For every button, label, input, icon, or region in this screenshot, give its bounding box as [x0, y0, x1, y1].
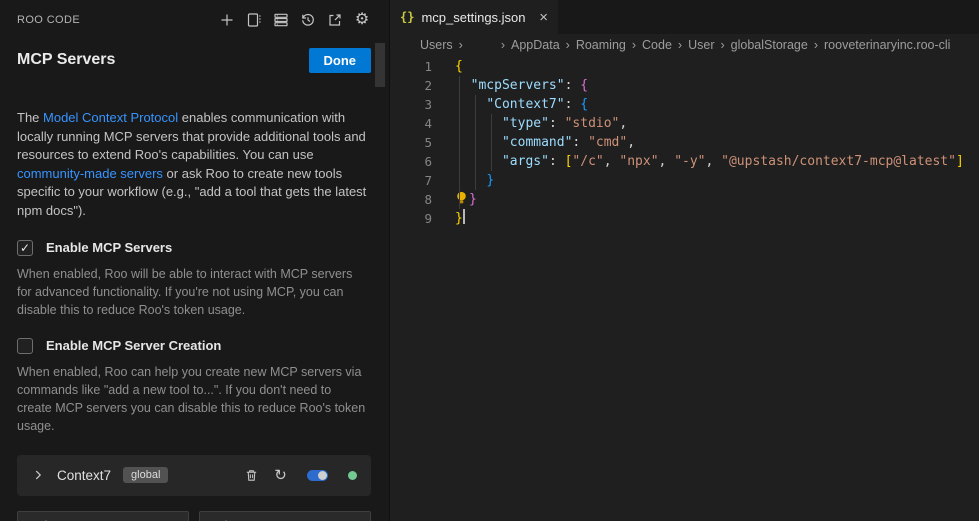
server-icon[interactable]: [272, 11, 290, 29]
breadcrumb-separator: ›: [501, 38, 505, 52]
code-line[interactable]: 9}: [390, 209, 979, 228]
page-title: MCP Servers: [17, 51, 115, 69]
breadcrumb-separator: ›: [459, 38, 463, 52]
enable-mcp-servers-label: Enable MCP Servers: [46, 240, 172, 255]
code-text: {: [432, 57, 463, 76]
json-file-icon: {}: [400, 10, 414, 24]
panel-topbar: ROO CODE ⚙: [17, 10, 371, 30]
toggle-knob: [318, 471, 327, 480]
extension-title: ROO CODE: [17, 14, 80, 26]
code-editor[interactable]: 1{2 "mcpServers": {3 "Context7": {4 "typ…: [390, 56, 979, 521]
code-lines: 1{2 "mcpServers": {3 "Context7": {4 "typ…: [390, 57, 979, 228]
code-text: }: [432, 209, 465, 228]
indent-guide: [459, 76, 460, 209]
close-icon[interactable]: ×: [539, 9, 548, 26]
trash-icon[interactable]: [243, 467, 260, 484]
code-text: "mcpServers": {: [432, 76, 588, 95]
breadcrumb-item[interactable]: Roaming: [576, 38, 626, 52]
breadcrumb-item[interactable]: Code: [642, 38, 672, 52]
line-number: 6: [390, 152, 432, 171]
line-number: 2: [390, 76, 432, 95]
code-line[interactable]: 7 }: [390, 171, 979, 190]
gear-icon[interactable]: ⚙: [353, 11, 371, 29]
breadcrumb-separator: ›: [566, 38, 570, 52]
breadcrumb-separator: ›: [678, 38, 682, 52]
indent-guide: [491, 114, 492, 171]
line-number: 5: [390, 133, 432, 152]
line-number: 3: [390, 95, 432, 114]
line-number: 1: [390, 57, 432, 76]
breadcrumb: Users › › AppData › Roaming › Code › User › globalS…: [390, 34, 979, 56]
server-name[interactable]: Context7: [57, 468, 111, 483]
line-number: 7: [390, 171, 432, 190]
server-scope-badge: global: [123, 467, 168, 483]
open-external-icon[interactable]: [326, 11, 344, 29]
link[interactable]: community-made servers: [17, 166, 163, 181]
edit-project-mcp-button[interactable]: ✎ Edit Project MCP: [199, 511, 371, 521]
panel-toolbar: ⚙: [218, 11, 371, 29]
intro-segment: The: [17, 110, 43, 125]
enable-mcp-creation-checkbox[interactable]: [17, 338, 33, 354]
enable-mcp-servers-row: ✓ Enable MCP Servers: [17, 240, 371, 256]
code-line[interactable]: 6 "args": ["/c", "npx", "-y", "@upstash/…: [390, 152, 979, 171]
server-enabled-toggle[interactable]: [307, 470, 328, 481]
notebook-icon[interactable]: [245, 11, 263, 29]
intro-text: The Model Context Protocol enables commu…: [17, 109, 373, 221]
enable-mcp-servers-description: When enabled, Roo will be able to intera…: [17, 265, 367, 319]
enable-mcp-servers-checkbox[interactable]: ✓: [17, 240, 33, 256]
breadcrumb-separator: ›: [721, 38, 725, 52]
code-line[interactable]: 8}: [390, 190, 979, 209]
breadcrumb-item[interactable]: User: [688, 38, 714, 52]
edit-global-mcp-button[interactable]: ✎ Edit Global MCP: [17, 511, 189, 521]
code-line[interactable]: 3 "Context7": {: [390, 95, 979, 114]
code-text: }: [432, 190, 477, 209]
editor-tab-bar: {} mcp_settings.json ×: [390, 0, 979, 34]
code-text: "args": ["/c", "npx", "-y", "@upstash/co…: [432, 152, 964, 171]
done-button[interactable]: Done: [309, 48, 372, 73]
link[interactable]: Model Context Protocol: [43, 110, 178, 125]
lightbulb-icon[interactable]: [455, 190, 468, 205]
line-number: 4: [390, 114, 432, 133]
code-text: }: [432, 171, 494, 190]
code-line[interactable]: 1{: [390, 57, 979, 76]
tab-mcp-settings-json[interactable]: {} mcp_settings.json ×: [390, 0, 558, 34]
enable-mcp-creation-label: Enable MCP Server Creation: [46, 338, 221, 353]
server-status-dot: [348, 471, 357, 480]
enable-mcp-creation-description: When enabled, Roo can help you create ne…: [17, 363, 367, 435]
editor-area: {} mcp_settings.json × Users › › AppData › Ro…: [390, 0, 979, 521]
mcp-server-row-context7: Context7 global ↻: [17, 455, 371, 496]
refresh-icon[interactable]: ↻: [272, 467, 289, 484]
line-number: 8: [390, 190, 432, 209]
breadcrumb-item[interactable]: rooveterinaryinc.roo-cli: [824, 38, 950, 52]
breadcrumb-item[interactable]: globalStorage: [731, 38, 808, 52]
code-line[interactable]: 2 "mcpServers": {: [390, 76, 979, 95]
code-text: "Context7": {: [432, 95, 588, 114]
roo-code-panel: ROO CODE ⚙ MCP Servers Done The Model Co…: [0, 0, 390, 521]
editor-cursor: [463, 209, 465, 224]
chevron-right-icon[interactable]: [31, 468, 45, 482]
code-text: "type": "stdio",: [432, 114, 627, 133]
tab-label: mcp_settings.json: [421, 10, 525, 25]
line-number: 9: [390, 209, 432, 228]
breadcrumb-separator: ›: [632, 38, 636, 52]
plus-icon[interactable]: [218, 11, 236, 29]
code-line[interactable]: 5 "command": "cmd",: [390, 133, 979, 152]
edit-buttons-row: ✎ Edit Global MCP ✎ Edit Project MCP: [17, 511, 371, 521]
enable-mcp-creation-row: Enable MCP Server Creation: [17, 338, 371, 354]
code-line[interactable]: 4 "type": "stdio",: [390, 114, 979, 133]
breadcrumb-item[interactable]: AppData: [511, 38, 560, 52]
panel-scrollbar-thumb[interactable]: [375, 43, 385, 87]
indent-guide: [475, 95, 476, 190]
history-icon[interactable]: [299, 11, 317, 29]
code-text: "command": "cmd",: [432, 133, 635, 152]
breadcrumb-item[interactable]: Users: [420, 38, 453, 52]
panel-header: MCP Servers Done: [17, 46, 371, 74]
breadcrumb-separator: ›: [814, 38, 818, 52]
